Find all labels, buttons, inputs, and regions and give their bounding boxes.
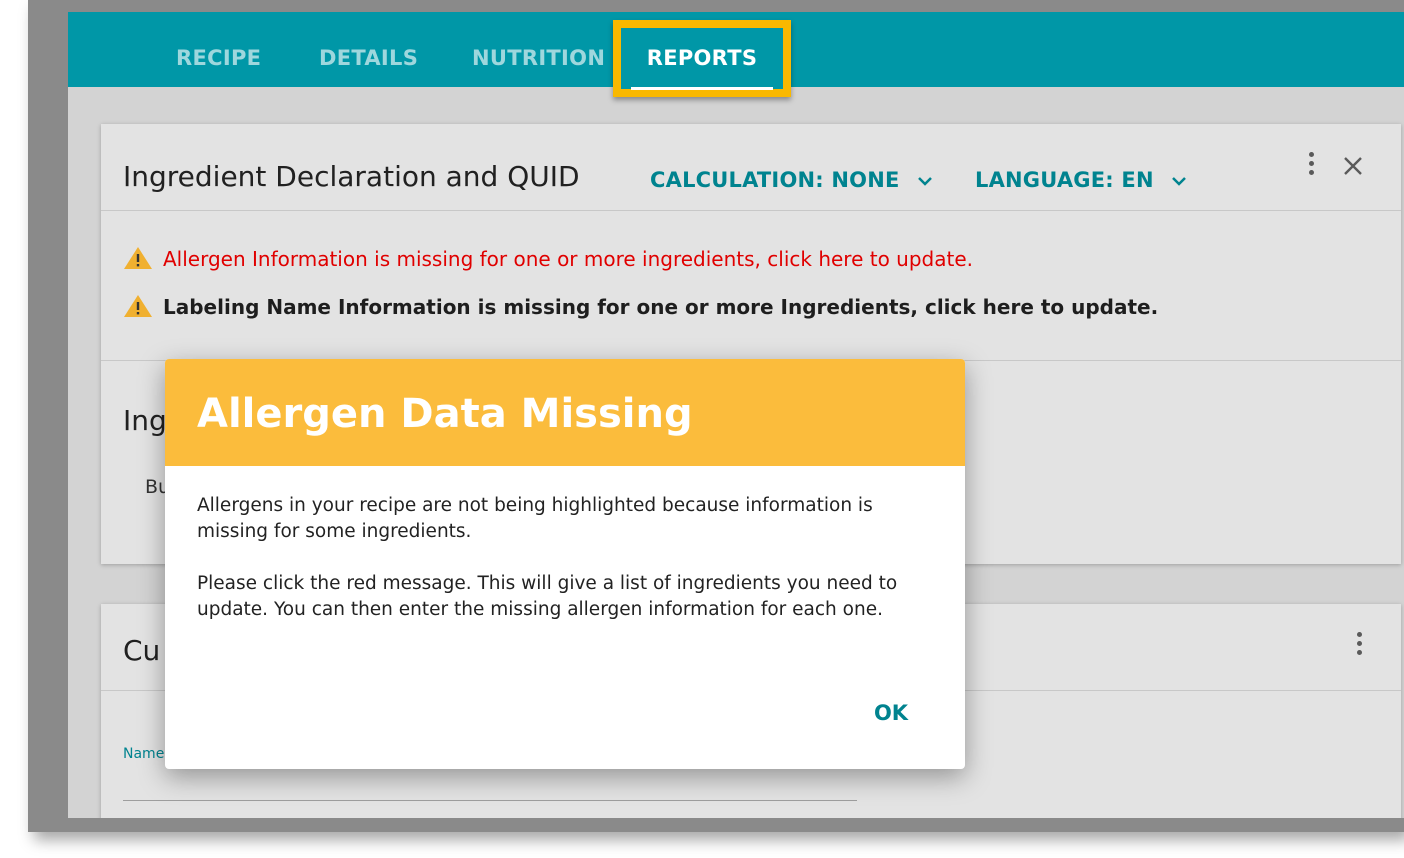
dialog-body: Allergens in your recipe are not being h… bbox=[197, 493, 917, 649]
allergen-missing-dialog: Allergen Data Missing Allergens in your … bbox=[165, 359, 965, 769]
top-nav-bar: RECIPE DETAILS NUTRITION REPORTS bbox=[68, 12, 1404, 97]
tab-details[interactable]: DETAILS bbox=[319, 12, 418, 87]
dialog-paragraph-2: Please click the red message. This will … bbox=[197, 573, 898, 620]
tab-reports[interactable]: REPORTS bbox=[621, 28, 783, 90]
app-screen: RECIPE DETAILS NUTRITION REPORTS Ingredi… bbox=[68, 12, 1404, 818]
dialog-paragraph-1: Allergens in your recipe are not being h… bbox=[197, 495, 873, 542]
screenshot-frame: RECIPE DETAILS NUTRITION REPORTS Ingredi… bbox=[28, 0, 1404, 832]
active-tab-indicator bbox=[631, 87, 773, 90]
ok-button[interactable]: OK bbox=[865, 695, 917, 731]
tab-nutrition[interactable]: NUTRITION bbox=[472, 12, 605, 87]
tab-reports-label: REPORTS bbox=[646, 46, 758, 70]
dialog-title: Allergen Data Missing bbox=[197, 391, 693, 437]
tab-highlight-box: REPORTS bbox=[613, 20, 791, 97]
tab-recipe[interactable]: RECIPE bbox=[176, 12, 261, 87]
